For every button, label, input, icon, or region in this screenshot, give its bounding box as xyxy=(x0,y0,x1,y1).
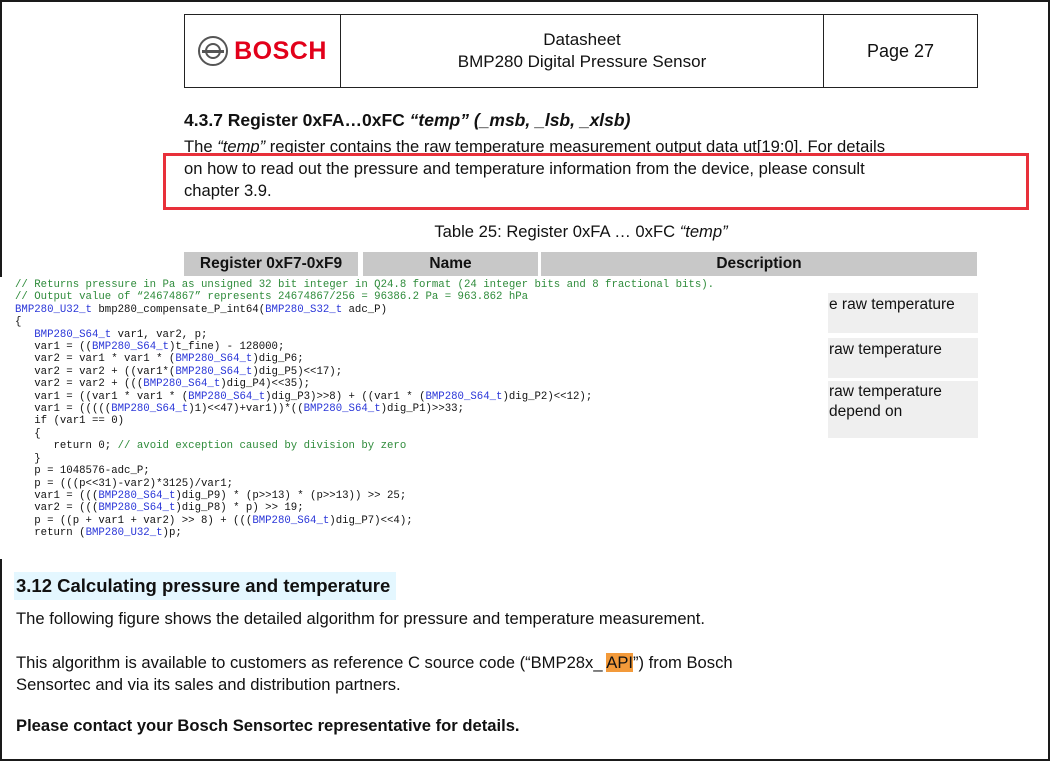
table-cell-desc-1: e raw temperature xyxy=(828,293,978,333)
header-title: Datasheet BMP280 Digital Pressure Sensor xyxy=(341,15,824,87)
table-cell-desc-2: raw temperature xyxy=(828,338,978,378)
table-header-register: Register 0xF7-0xF9 xyxy=(184,252,358,276)
section-312-paragraph-1: The following figure shows the detailed … xyxy=(16,609,705,628)
bosch-armature-icon xyxy=(198,36,229,66)
section-312-paragraph-2: This algorithm is available to customers… xyxy=(16,653,733,694)
datasheet-header: BOSCH Datasheet BMP280 Digital Pressure … xyxy=(184,14,978,88)
red-annotation-box xyxy=(163,153,1029,210)
doc-type: Datasheet xyxy=(543,30,621,49)
table-caption: Table 25: Register 0xFA … 0xFC “temp” xyxy=(434,222,728,241)
code-block: // Returns pressure in Pa as unsigned 32… xyxy=(15,279,715,540)
api-highlight: API xyxy=(606,653,634,672)
section-312-heading: 3.12 Calculating pressure and temperatur… xyxy=(14,572,397,600)
brand-name: BOSCH xyxy=(234,36,327,65)
product-name: BMP280 Digital Pressure Sensor xyxy=(457,52,707,71)
code-snippet: // Returns pressure in Pa as unsigned 32… xyxy=(0,277,828,559)
table-header-description: Description xyxy=(541,252,977,276)
table-header-name: Name xyxy=(363,252,538,276)
table-cell-desc-3: raw temperature depend on xyxy=(828,381,978,438)
section-437-heading: 4.3.7 Register 0xFA…0xFC “temp” (_msb, _… xyxy=(184,110,631,130)
bosch-logo: BOSCH xyxy=(185,15,341,87)
section-312-contact-note: Please contact your Bosch Sensortec repr… xyxy=(16,716,520,735)
page-number: Page 27 xyxy=(866,40,935,61)
